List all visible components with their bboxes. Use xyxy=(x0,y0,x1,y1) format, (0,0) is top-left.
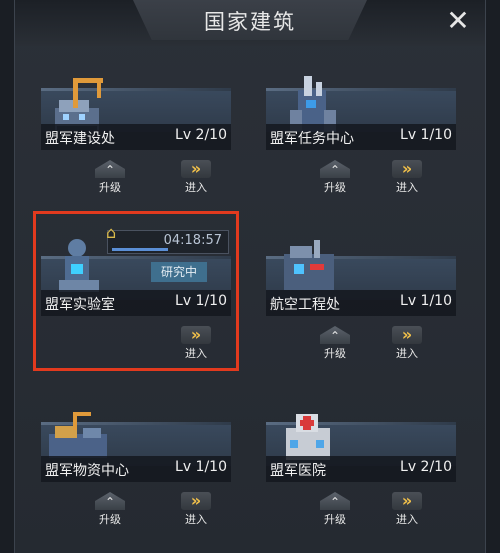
building-name: 盟军建设处 xyxy=(45,131,115,147)
building-level: Lv 1/10 xyxy=(175,293,227,309)
enter-chevron-icon: » xyxy=(392,160,422,178)
enter-button[interactable]: » 进入 xyxy=(390,492,424,526)
upgrade-button[interactable]: ⌃ 升级 xyxy=(318,160,352,194)
building-card-laboratory[interactable]: ⌂ 04:18:57 研究中 盟军实验室 Lv 1/10 » 进入 xyxy=(41,223,231,376)
building-name: 盟军物资中心 xyxy=(45,463,129,479)
upgrade-button[interactable]: ⌃ 升级 xyxy=(318,326,352,360)
building-name: 盟军医院 xyxy=(270,463,326,479)
building-card-mission-center[interactable]: 盟军任务中心 Lv 1/10 ⌃ 升级 » 进入 xyxy=(266,66,456,216)
building-level: Lv 1/10 xyxy=(400,293,452,309)
upgrade-arrow-icon: ⌃ xyxy=(95,160,125,178)
name-bar: 盟军任务中心 Lv 1/10 xyxy=(266,124,456,150)
upgrade-button[interactable]: ⌃ 升级 xyxy=(93,160,127,194)
enter-button[interactable]: » 进入 xyxy=(179,492,213,526)
upgrade-label: 升级 xyxy=(324,181,346,194)
upgrade-button[interactable]: ⌃ 升级 xyxy=(318,492,352,526)
building-level: Lv 2/10 xyxy=(175,127,227,143)
research-timer: ⌂ 04:18:57 xyxy=(106,223,229,254)
building-name: 盟军实验室 xyxy=(45,297,115,313)
building-name: 盟军任务中心 xyxy=(270,131,354,147)
building-card-construction[interactable]: 盟军建设处 Lv 2/10 ⌃ 升级 » 进入 xyxy=(41,66,231,216)
research-progress-bar xyxy=(112,248,168,251)
name-bar: 盟军实验室 Lv 1/10 xyxy=(41,290,231,316)
upgrade-label: 升级 xyxy=(99,181,121,194)
page-title: 国家建筑 xyxy=(204,10,296,34)
building-name: 航空工程处 xyxy=(270,297,340,313)
enter-label: 进入 xyxy=(396,181,418,194)
buildings-panel: 国家建筑 ✕ 盟军建设处 Lv 2/10 ⌃ 升级 » 进入 盟军任务中心 Lv… xyxy=(14,0,486,553)
upgrade-label: 升级 xyxy=(99,513,121,526)
upgrade-arrow-icon: ⌃ xyxy=(320,492,350,510)
upgrade-label: 升级 xyxy=(324,513,346,526)
upgrade-button[interactable]: ⌃ 升级 xyxy=(93,492,127,526)
research-time: 04:18:57 xyxy=(163,233,222,248)
close-icon[interactable]: ✕ xyxy=(443,6,473,36)
enter-chevron-icon: » xyxy=(181,326,211,344)
building-card-hospital[interactable]: 盟军医院 Lv 2/10 ⌃ 升级 » 进入 xyxy=(266,398,456,548)
upgrade-arrow-icon: ⌃ xyxy=(320,326,350,344)
name-bar: 盟军建设处 Lv 2/10 xyxy=(41,124,231,150)
building-level: Lv 1/10 xyxy=(175,459,227,475)
header: 国家建筑 ✕ xyxy=(15,0,485,46)
enter-button[interactable]: » 进入 xyxy=(179,326,213,360)
building-card-aviation[interactable]: 航空工程处 Lv 1/10 ⌃ 升级 » 进入 xyxy=(266,226,456,376)
name-bar: 航空工程处 Lv 1/10 xyxy=(266,290,456,316)
enter-label: 进入 xyxy=(185,513,207,526)
research-building-icon: ⌂ xyxy=(106,223,117,242)
enter-label: 进入 xyxy=(396,513,418,526)
enter-label: 进入 xyxy=(185,347,207,360)
enter-chevron-icon: » xyxy=(181,492,211,510)
enter-button[interactable]: » 进入 xyxy=(390,160,424,194)
name-bar: 盟军医院 Lv 2/10 xyxy=(266,456,456,482)
building-level: Lv 2/10 xyxy=(400,459,452,475)
enter-label: 进入 xyxy=(185,181,207,194)
enter-chevron-icon: » xyxy=(392,326,422,344)
upgrade-arrow-icon: ⌃ xyxy=(95,492,125,510)
building-card-supply-center[interactable]: 盟军物资中心 Lv 1/10 ⌃ 升级 » 进入 xyxy=(41,398,231,548)
enter-chevron-icon: » xyxy=(392,492,422,510)
upgrade-arrow-icon: ⌃ xyxy=(320,160,350,178)
building-level: Lv 1/10 xyxy=(400,127,452,143)
name-bar: 盟军物资中心 Lv 1/10 xyxy=(41,456,231,482)
upgrade-label: 升级 xyxy=(324,347,346,360)
enter-label: 进入 xyxy=(396,347,418,360)
enter-button[interactable]: » 进入 xyxy=(179,160,213,194)
enter-chevron-icon: » xyxy=(181,160,211,178)
research-status-badge: 研究中 xyxy=(151,262,207,282)
enter-button[interactable]: » 进入 xyxy=(390,326,424,360)
